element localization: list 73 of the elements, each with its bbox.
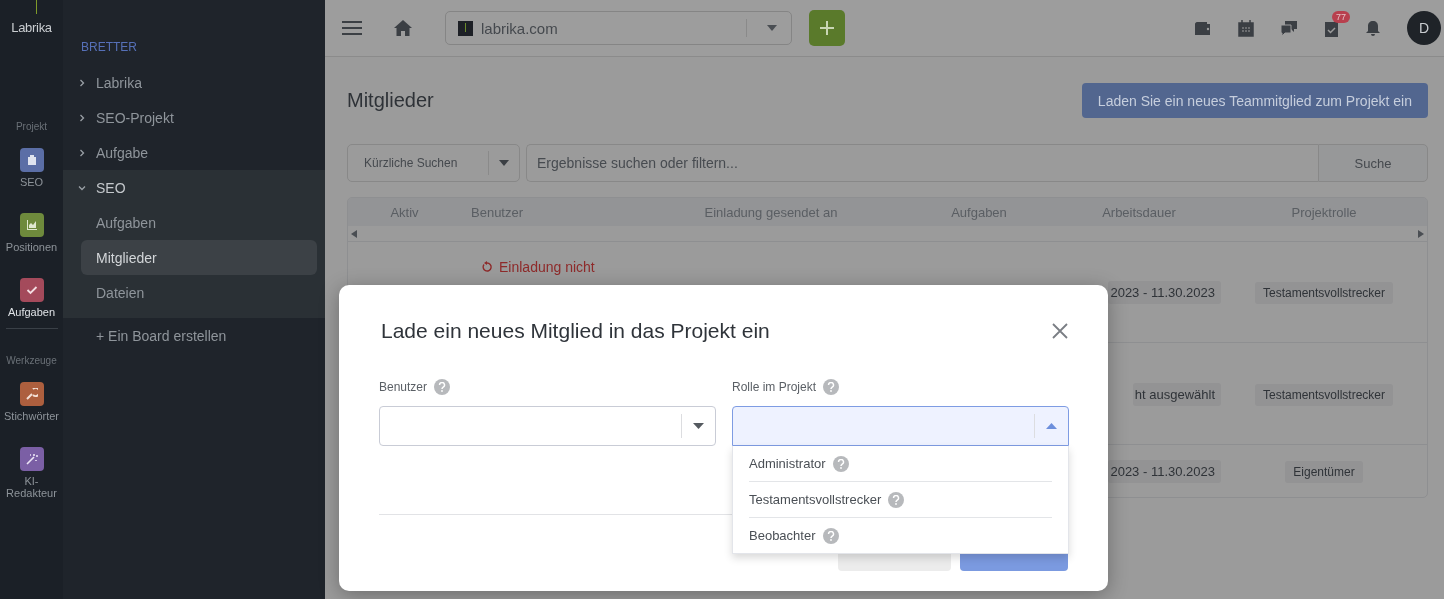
board-item[interactable]: SEO [63, 170, 325, 205]
count-badge: 77 [1332, 10, 1350, 23]
role-tag: Testamentsvollstrecker [1254, 282, 1393, 304]
chevron-icon [78, 113, 86, 122]
add-button[interactable] [809, 10, 845, 46]
board-item[interactable]: Aufgaben [81, 205, 317, 240]
rail-item[interactable]: Aufgaben [0, 278, 63, 318]
board-item[interactable]: Dateien [81, 275, 317, 310]
search-field[interactable]: Ergebnisse suchen oder filtern... [526, 144, 1318, 182]
scroll-left-icon[interactable] [351, 229, 357, 238]
section-label: Projekt [15, 120, 48, 134]
chat-icon[interactable] [1280, 20, 1298, 36]
chevron-icon [78, 183, 86, 192]
help-icon[interactable] [434, 379, 451, 395]
plus-icon [820, 21, 834, 35]
bell-icon[interactable] [1365, 19, 1381, 37]
column-header: Benutzer [470, 204, 525, 220]
task-icon[interactable] [1324, 19, 1339, 37]
avatar[interactable]: D [1407, 11, 1441, 45]
menu-option[interactable]: Administrator [749, 456, 826, 471]
help-icon[interactable] [832, 455, 849, 472]
page-title: Mitglieder [347, 89, 434, 112]
section-heading: BRETTER [81, 40, 138, 54]
recent-searches-select[interactable]: Kürzliche Suchen [347, 144, 520, 182]
caret-icon [767, 25, 777, 31]
column-header: Projektrolle [1290, 204, 1358, 220]
duration-cell: 2023 - 11.30.2023 [1108, 460, 1221, 483]
chevron-icon [78, 78, 86, 87]
refresh-icon [481, 261, 493, 273]
domain-select[interactable]: labrika.com [445, 11, 792, 45]
select-field[interactable] [379, 406, 716, 446]
scroll-right-icon[interactable] [1418, 229, 1424, 238]
close-icon[interactable] [1052, 323, 1068, 339]
section-label: Werkzeuge [6, 354, 57, 368]
rail-item[interactable]: KI-Redakteur [0, 447, 63, 499]
rail-item[interactable]: Positionen [0, 213, 63, 253]
dialog-title: Lade ein neues Mitglied in das Projekt ein [381, 319, 770, 343]
site-logo-icon [458, 20, 473, 36]
rail-item[interactable]: SEO [0, 148, 63, 188]
column-header: Aufgaben [950, 204, 1008, 220]
caret-icon [1046, 423, 1057, 429]
help-icon[interactable] [823, 379, 840, 395]
wallet-icon[interactable] [1194, 20, 1212, 36]
help-icon[interactable] [822, 527, 839, 544]
select-field[interactable] [732, 406, 1069, 446]
role-tag: Testamentsvollstrecker [1254, 383, 1393, 406]
role-tag: Eigentümer [1285, 461, 1363, 483]
column-header: Einladung gesendet an [703, 204, 839, 220]
board-item[interactable]: Mitglieder [81, 240, 317, 275]
home-icon[interactable] [394, 20, 412, 36]
caret-icon [499, 160, 509, 166]
search-button[interactable]: Suche [1318, 144, 1428, 182]
menu-option[interactable]: Testamentsvollstrecker [749, 492, 882, 507]
help-icon[interactable] [888, 491, 905, 508]
chevron-icon [78, 148, 86, 157]
duration-cell: 2023 - 11.30.2023 [1108, 281, 1221, 304]
logo[interactable]: Labrika [11, 20, 52, 35]
board-item[interactable]: Labrika [63, 65, 325, 100]
board-item[interactable]: Aufgabe [63, 135, 325, 170]
calendar-icon[interactable] [1238, 19, 1254, 37]
board-item[interactable]: SEO-Projekt [63, 100, 325, 135]
invitation-status: Einladung nicht [481, 259, 595, 275]
menu-icon[interactable] [342, 20, 362, 36]
field-label: Benutzer [379, 380, 428, 394]
menu-option[interactable]: Beobachter [749, 528, 816, 543]
create-board-link[interactable]: + Ein Board erstellen [63, 318, 325, 353]
rail-item[interactable]: Stichwörter [0, 382, 63, 422]
column-header: Aktiv [389, 204, 420, 220]
invite-button[interactable]: Laden Sie ein neues Teammitglied zum Projekt ein [1081, 83, 1428, 118]
duration-cell: ht ausgewählt [1132, 382, 1221, 406]
column-header: Arbeitsdauer [1101, 204, 1177, 220]
field-label: Rolle im Projekt [732, 380, 817, 394]
caret-icon [693, 423, 704, 429]
